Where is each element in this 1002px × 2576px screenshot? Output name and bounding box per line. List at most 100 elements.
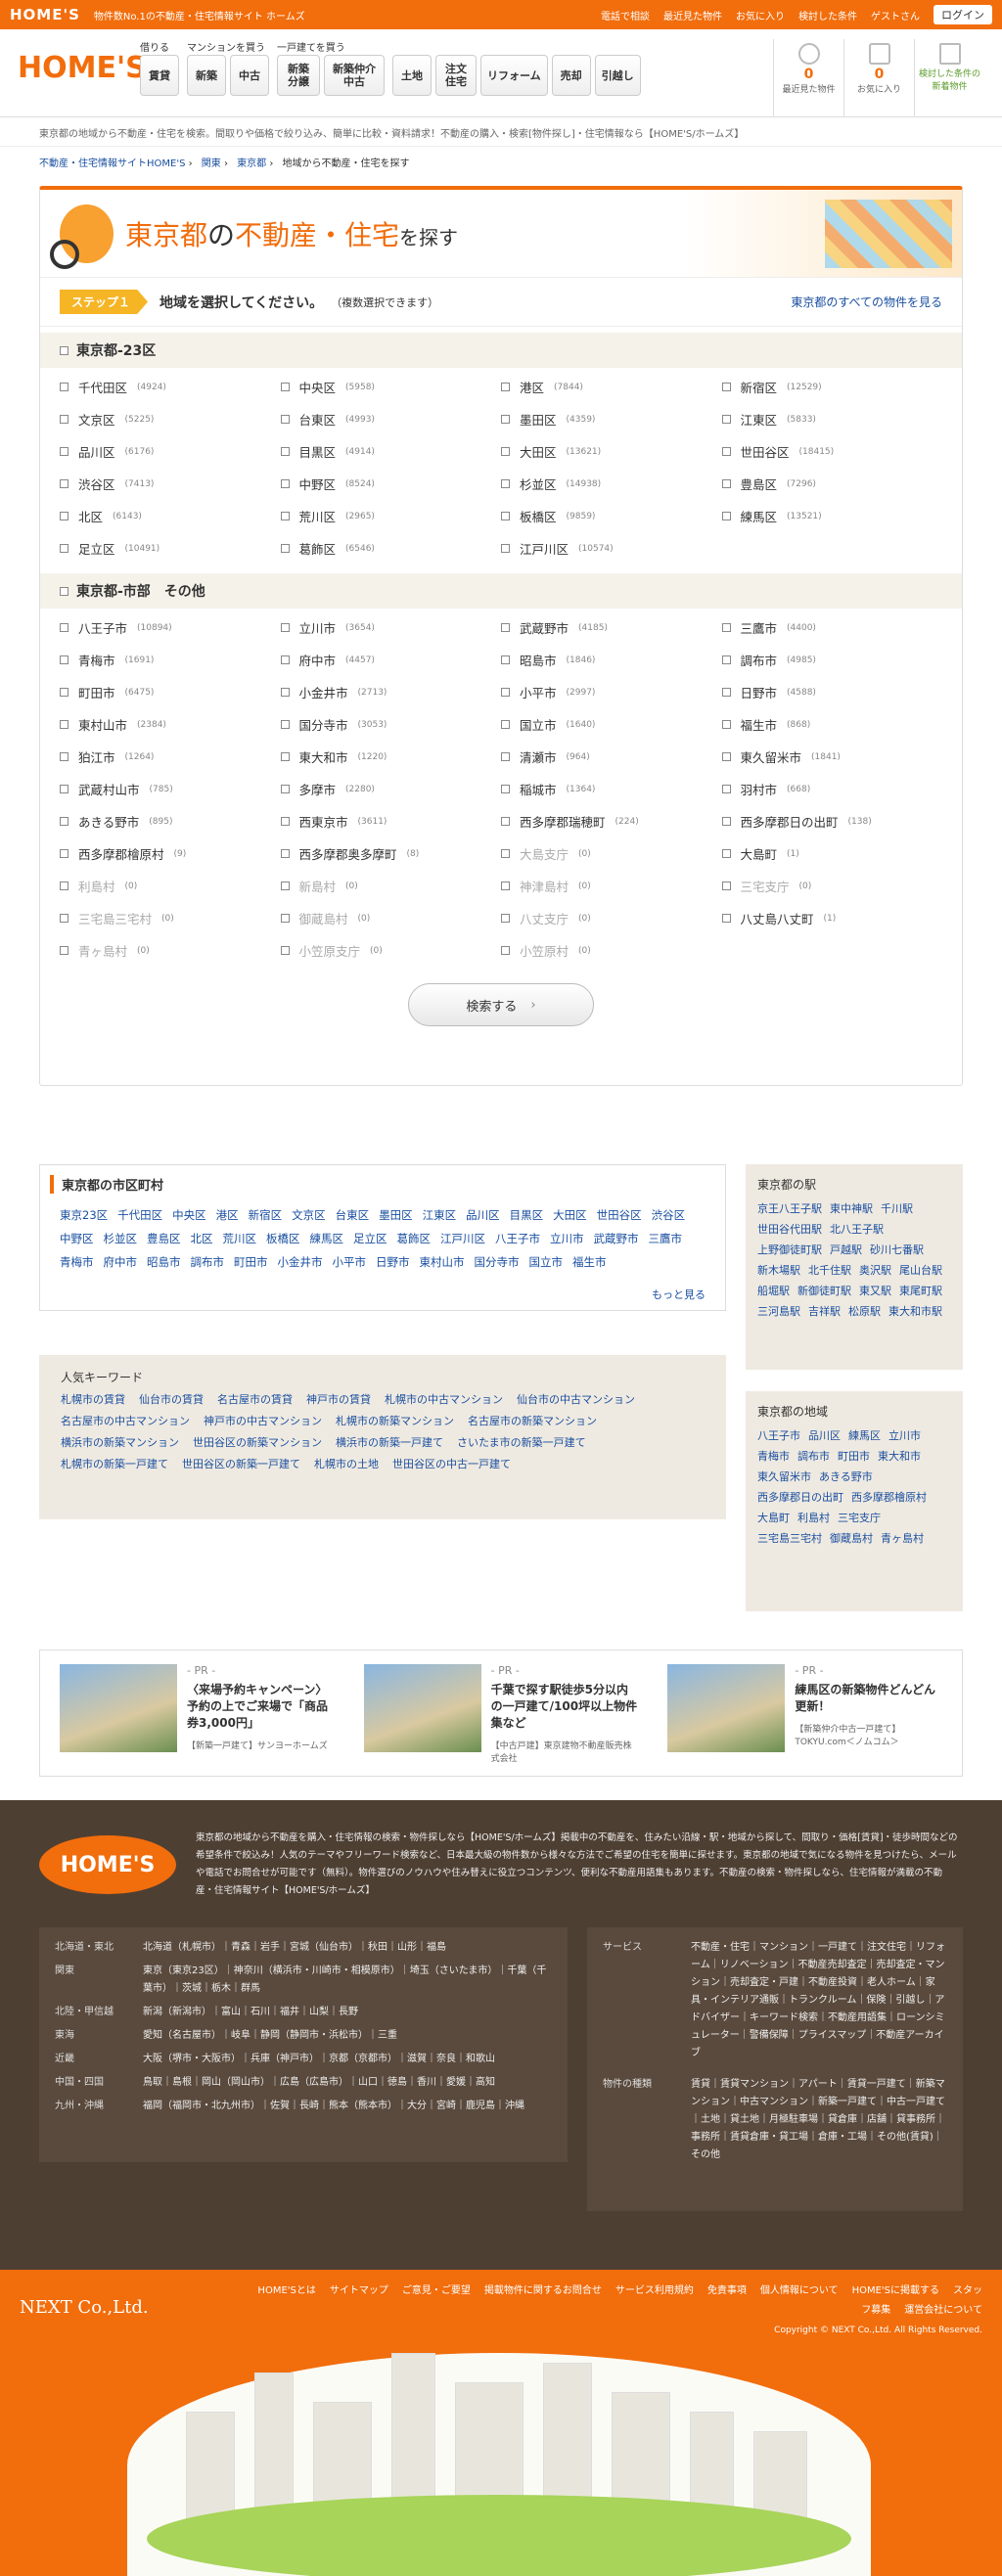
area-option[interactable]: 八丈島八丈町 (1) [721, 909, 943, 927]
checkbox-icon[interactable] [60, 447, 68, 456]
cities-section-head[interactable]: 東京都-市部 その他 [40, 573, 962, 609]
area-option[interactable]: 羽村市 (668) [721, 780, 943, 798]
link-item[interactable]: 東尾町駅 [899, 1283, 942, 1298]
pr-item[interactable]: - PR - 千葉で探す駅徒歩5分以内の一戸建て/100坪以上物件集など 【中古戸建… [363, 1664, 639, 1764]
link-item[interactable]: 新宿区 [249, 1207, 283, 1223]
area-option[interactable]: 立川市 (3654) [280, 618, 502, 637]
link-item[interactable]: 三河島駅 [757, 1303, 800, 1319]
checkbox-icon[interactable] [501, 881, 510, 890]
area-option[interactable]: 清瀬市 (964) [501, 747, 722, 766]
area-option[interactable]: 西東京市 (3611) [280, 812, 502, 831]
link-item[interactable]: 中央区 [172, 1207, 206, 1223]
link-item[interactable]: 個人情報について [760, 2285, 839, 2296]
checkbox-icon[interactable] [280, 817, 290, 826]
link-item[interactable]: 足立区 [353, 1231, 387, 1246]
pr-image[interactable] [667, 1664, 786, 1752]
area-option[interactable]: 狛江市 (1264) [60, 747, 281, 766]
region-name[interactable]: 関東 [55, 1963, 133, 1998]
login-button[interactable]: ログイン [934, 5, 992, 24]
link-item[interactable]: 青梅市 [60, 1254, 94, 1270]
link-item[interactable]: 御蔵島村 [830, 1530, 873, 1546]
area-option[interactable]: 西多摩郡檜原村 (9) [60, 844, 281, 863]
checkbox-icon[interactable] [60, 688, 68, 697]
link-item[interactable]: 吉祥駅 [808, 1303, 841, 1319]
area-option[interactable]: 東久留米市 (1841) [721, 747, 943, 766]
checkbox-icon[interactable] [60, 623, 68, 632]
link-item[interactable]: 札幌市の土地 [314, 1456, 379, 1471]
checkbox-icon[interactable] [721, 720, 731, 729]
area-option[interactable]: 葛飾区 (6546) [280, 539, 502, 558]
area-option[interactable]: 多摩市 (2280) [280, 780, 502, 798]
region-name[interactable]: 東海 [55, 2027, 133, 2045]
link-item[interactable]: 名古屋市の新築マンション [468, 1413, 597, 1428]
region-links[interactable]: 新潟（新潟市）｜富山｜石川｜福井｜山梨｜長野 [143, 2004, 358, 2021]
area-option[interactable]: 神津島村 (0) [501, 877, 722, 895]
pr-item[interactable]: - PR - 〈来場予約キャンペーン〉予約の上でご来場で「商品券3,000円」 【新… [60, 1664, 335, 1762]
link-item[interactable]: 調布市 [191, 1254, 225, 1270]
link-item[interactable]: 八王子市 [495, 1231, 540, 1246]
area-option[interactable]: 福生市 (868) [721, 715, 943, 734]
checkbox-icon[interactable] [280, 881, 290, 890]
region-links[interactable]: 鳥取｜島根｜岡山（岡山市）｜広島（広島市）｜山口｜徳島｜香川｜愛媛｜高知 [143, 2074, 495, 2092]
phone-link[interactable]: 電話で相談 [601, 8, 650, 23]
link-item[interactable]: 西多摩郡日の出町 [757, 1489, 843, 1505]
checkbox-icon[interactable] [721, 785, 731, 793]
pr-headline[interactable]: 〈来場予約キャンペーン〉予約の上でご来場で「商品券3,000円」 [187, 1681, 335, 1731]
link-item[interactable]: 世田谷代田駅 [757, 1221, 822, 1237]
link-item[interactable]: 八王子市 [757, 1427, 800, 1443]
checkbox-icon[interactable] [721, 881, 731, 890]
link-item[interactable]: 世田谷区の新築一戸建て [182, 1456, 300, 1471]
checkbox-icon[interactable] [60, 817, 68, 826]
link-item[interactable]: 札幌市の新築一戸建て [61, 1456, 168, 1471]
checkbox-icon[interactable] [501, 785, 510, 793]
nav-house-broker-button[interactable]: 新築仲介中古 [324, 55, 385, 96]
crumb-kanto[interactable]: 関東 [202, 158, 221, 169]
favorites-link[interactable]: お気に入り [736, 8, 785, 23]
company-logo[interactable]: NEXT Co.,Ltd. [20, 2297, 149, 2318]
area-option[interactable]: 大島町 (1) [721, 844, 943, 863]
link-item[interactable]: 上野御徒町駅 [757, 1242, 822, 1257]
checkbox-icon[interactable] [60, 415, 68, 424]
checkbox-icon[interactable] [280, 720, 290, 729]
link-item[interactable]: 江戸川区 [440, 1231, 485, 1246]
pr-item[interactable]: - PR - 練馬区の新築物件どんどん更新！ 【新築仲介中古一戸建て】TOKYU.c… [667, 1664, 942, 1762]
link-item[interactable]: 荒川区 [223, 1231, 257, 1246]
link-item[interactable]: 世田谷区の中古一戸建て [392, 1456, 511, 1471]
checkbox-icon[interactable] [60, 512, 68, 520]
link-item[interactable]: 北区 [191, 1231, 213, 1246]
area-option[interactable]: 荒川区 (2965) [280, 507, 502, 525]
link-item[interactable]: 松原駅 [848, 1303, 881, 1319]
area-option[interactable]: 新宿区 (12529) [721, 378, 943, 396]
nav-new-mansion-button[interactable]: 新築 [187, 55, 226, 96]
area-option[interactable]: 豊島区 (7296) [721, 475, 943, 493]
area-option[interactable]: 中央区 (5958) [280, 378, 502, 396]
area-option[interactable]: 大島支庁 (0) [501, 844, 722, 863]
link-item[interactable]: 港区 [216, 1207, 239, 1223]
link-item[interactable]: 立川市 [550, 1231, 584, 1246]
link-item[interactable]: 名古屋市の賃貸 [217, 1391, 293, 1407]
nav-move-button[interactable]: 引越し [594, 55, 641, 96]
nav-rent-button[interactable]: 賃貸 [140, 55, 179, 96]
area-option[interactable]: 江戸川区 (10574) [501, 539, 722, 558]
checkbox-icon[interactable] [501, 383, 510, 391]
area-option[interactable]: 武蔵村山市 (785) [60, 780, 281, 798]
link-item[interactable]: 青ヶ島村 [881, 1530, 924, 1546]
region-links[interactable]: 福岡（福岡市・北九州市）｜佐賀｜長崎｜熊本（熊本市）｜大分｜宮崎｜鹿児島｜沖縄 [143, 2098, 524, 2115]
area-option[interactable]: 日野市 (4588) [721, 683, 943, 701]
checkbox-icon[interactable] [721, 688, 731, 697]
region-links[interactable]: 愛知（名古屋市）｜岐阜｜静岡（静岡市・浜松市）｜三重 [143, 2027, 397, 2045]
link-item[interactable]: 仙台市の中古マンション [517, 1391, 635, 1407]
link-item[interactable]: 武蔵野市 [594, 1231, 639, 1246]
link-item[interactable]: さいたま市の新築一戸建て [457, 1434, 586, 1450]
checkbox-icon[interactable] [501, 914, 510, 923]
link-item[interactable]: 豊島区 [147, 1231, 181, 1246]
checkbox-icon[interactable] [280, 752, 290, 761]
area-option[interactable]: 青梅市 (1691) [60, 651, 281, 669]
link-item[interactable]: 青梅市 [757, 1448, 790, 1464]
checkbox-icon[interactable] [60, 849, 68, 858]
checkbox-icon[interactable] [501, 512, 510, 520]
link-item[interactable]: 日野市 [376, 1254, 410, 1270]
link-item[interactable]: 札幌市の賃貸 [61, 1391, 125, 1407]
checkbox-icon[interactable] [721, 752, 731, 761]
area-option[interactable]: 武蔵野市 (4185) [501, 618, 722, 637]
